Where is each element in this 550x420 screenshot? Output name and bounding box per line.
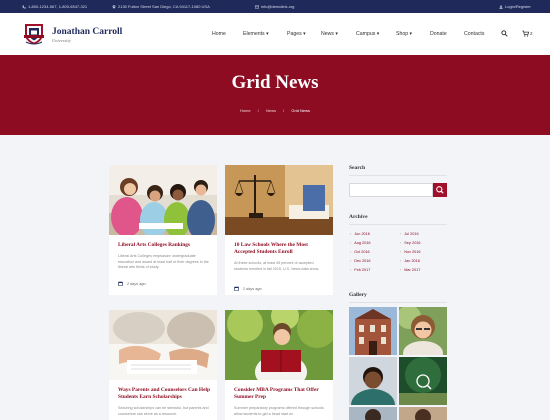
address-info: 2130 Fulton Street San Diego, CA 94117-1… <box>112 4 210 9</box>
gallery-thumb[interactable] <box>399 407 447 420</box>
phone-icon <box>22 4 26 8</box>
post-title[interactable]: Liberal Arts Colleges Rankings <box>118 242 210 249</box>
login-link[interactable]: Login/Register <box>499 4 531 9</box>
post-excerpt: Liberal Arts Colleges emphasize undergra… <box>118 254 209 270</box>
post-title[interactable]: 10 Law Schools Where the Most Accepted S… <box>234 242 326 256</box>
breadcrumb-separator: / <box>283 108 285 113</box>
nav-pages[interactable]: Pages ▾ <box>287 31 306 37</box>
gallery-thumb-campus-tree[interactable] <box>399 357 447 405</box>
sidebar-archive-heading: Archive <box>349 214 368 220</box>
location-pin-icon <box>112 4 116 9</box>
breadcrumb-current: Grid News <box>291 108 311 113</box>
sidebar-search-input[interactable] <box>349 183 433 197</box>
divider <box>349 224 447 225</box>
nav-shop[interactable]: Shop ▾ <box>396 31 412 37</box>
site-header: Jonathan Carroll University Home Element… <box>0 13 550 55</box>
sidebar-gallery-heading: Gallery <box>349 292 367 298</box>
page-title: Grid News <box>231 72 319 93</box>
page-hero: Grid News Home / News / Grid News <box>0 55 550 135</box>
breadcrumb: Home / News / Grid News <box>0 108 550 113</box>
phone-text: 1-800-1234-567, 1-800-6547-321 <box>28 4 88 9</box>
divider <box>349 302 447 303</box>
nav-donate[interactable]: Donate <box>430 31 447 37</box>
news-card[interactable]: Ways Parents and Counselors Can Help Stu… <box>109 310 217 420</box>
post-excerpt: At these schools, at least 45 percent of… <box>234 261 320 271</box>
calendar-icon <box>234 286 239 291</box>
news-card[interactable]: 10 Law Schools Where the Most Accepted S… <box>225 165 333 295</box>
brand-subtitle: University <box>52 38 71 43</box>
login-text[interactable]: Login/Register <box>505 4 531 9</box>
news-card[interactable]: Consider MBA Programs That Offer Summer … <box>225 310 333 420</box>
nav-news[interactable]: News ▾ <box>321 31 338 37</box>
cart-count: 2 <box>530 31 533 36</box>
breadcrumb-separator: / <box>257 108 259 113</box>
phone-info: 1-800-1234-567, 1-800-6547-321 <box>22 4 87 9</box>
archive-link[interactable]: Nov 2016 <box>400 250 420 254</box>
search-icon <box>436 186 444 194</box>
post-date: 2 days ago <box>243 286 262 291</box>
gallery-thumb-campus-building[interactable] <box>349 307 397 355</box>
calendar-icon <box>118 281 123 286</box>
sidebar-search-heading: Search <box>349 165 366 171</box>
breadcrumb-news[interactable]: News <box>266 108 276 113</box>
top-bar: 1-800-1234-567, 1-800-6547-321 2130 Fult… <box>0 0 550 13</box>
brand-name[interactable]: Jonathan Carroll <box>52 27 122 37</box>
post-image-writing-hands[interactable] <box>109 310 217 380</box>
post-meta: 2 days ago <box>118 281 146 286</box>
post-image-student-reading[interactable] <box>225 310 333 380</box>
nav-home[interactable]: Home <box>212 31 226 37</box>
gallery-thumb-student-portrait[interactable] <box>349 357 397 405</box>
email-link[interactable]: info@demolink.org <box>261 4 294 9</box>
archive-link[interactable]: Aug 2016 <box>350 241 370 245</box>
archive-link[interactable]: Oct 2016 <box>350 250 369 254</box>
university-crest-logo[interactable] <box>22 22 46 46</box>
post-title[interactable]: Consider MBA Programs That Offer Summer … <box>234 387 326 401</box>
nav-contacts[interactable]: Contacts <box>464 31 484 37</box>
search-icon[interactable] <box>501 30 508 37</box>
gallery-thumb[interactable] <box>349 407 397 420</box>
post-date: 2 days ago <box>127 281 146 286</box>
cart-icon[interactable] <box>522 30 529 37</box>
user-icon <box>499 4 503 9</box>
archive-link[interactable]: Mar 2017 <box>400 268 420 272</box>
nav-campus[interactable]: Campus ▾ <box>356 31 379 37</box>
archive-link[interactable]: Feb 2017 <box>350 268 370 272</box>
nav-elements[interactable]: Elements ▾ <box>243 31 269 37</box>
news-card[interactable]: Liberal Arts Colleges Rankings Liberal A… <box>109 165 217 295</box>
post-title[interactable]: Ways Parents and Counselors Can Help Stu… <box>118 387 210 401</box>
archive-link[interactable]: Jun 2016 <box>350 232 370 236</box>
post-excerpt: Summer preparatory programs offered thro… <box>234 406 324 416</box>
post-image-justice-scales[interactable] <box>225 165 333 235</box>
archive-link[interactable]: Jan 2016 <box>400 259 420 263</box>
post-excerpt: Securing scholarships can be stressful, … <box>118 406 209 416</box>
archive-link[interactable]: Sep 2016 <box>400 241 420 245</box>
divider <box>349 175 447 176</box>
archive-link[interactable]: Jul 2016 <box>400 232 418 236</box>
archive-link[interactable]: Dec 2016 <box>350 259 370 263</box>
address-text: 2130 Fulton Street San Diego, CA 94117-1… <box>118 4 210 9</box>
sidebar-search-button[interactable] <box>433 183 447 197</box>
breadcrumb-home[interactable]: Home <box>240 108 251 113</box>
post-meta: 2 days ago <box>234 286 262 291</box>
gallery-thumb-smiling-student[interactable] <box>399 307 447 355</box>
email-info[interactable]: info@demolink.org <box>255 4 294 9</box>
mail-icon <box>255 5 259 8</box>
post-image-students-studying[interactable] <box>109 165 217 235</box>
